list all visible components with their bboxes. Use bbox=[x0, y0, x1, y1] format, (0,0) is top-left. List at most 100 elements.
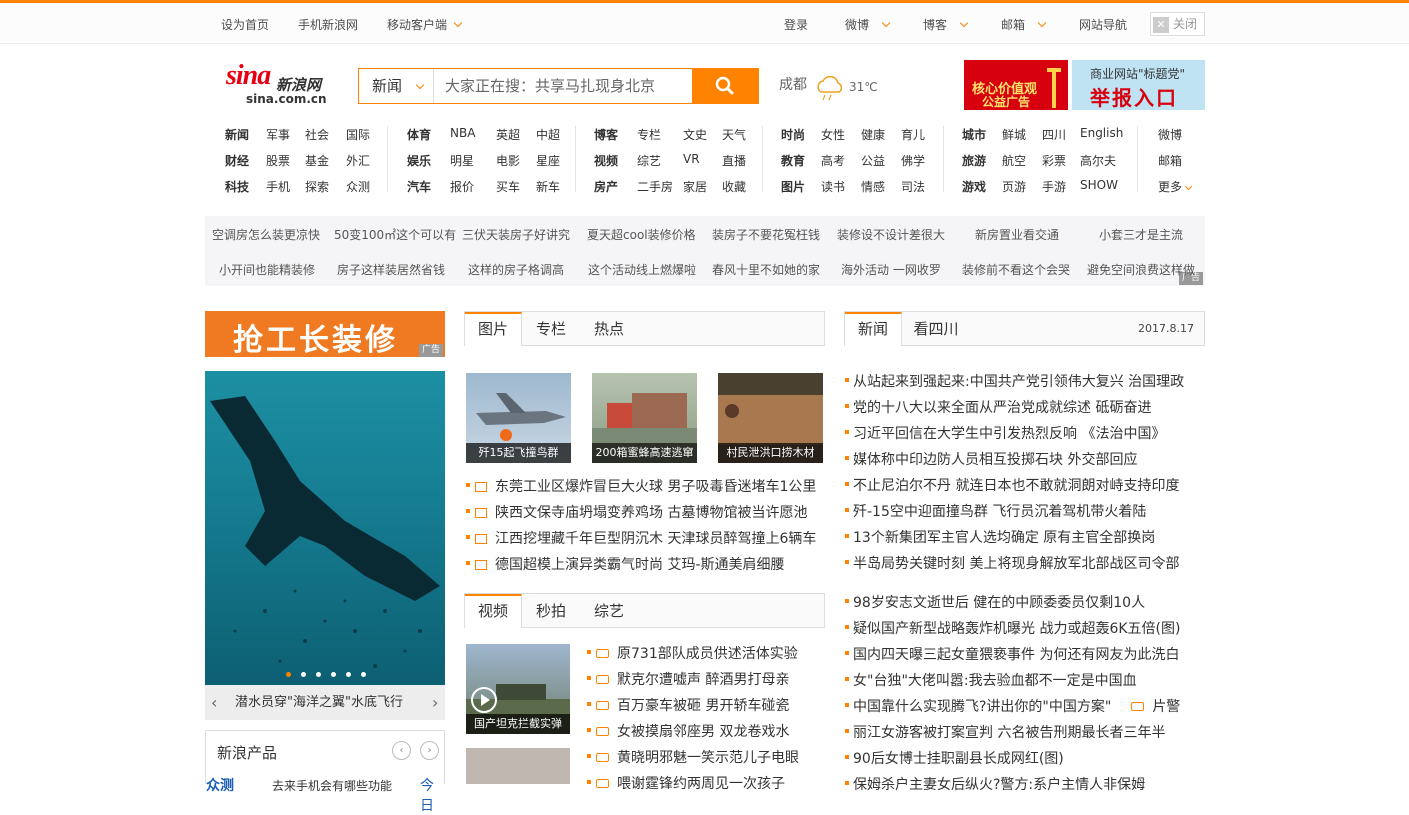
weather-widget[interactable]: 成都 31℃ bbox=[779, 74, 878, 101]
chevron-right-icon[interactable]: › bbox=[432, 685, 438, 720]
news-title[interactable]: 女被摸扇邻座男 双龙卷戏水 bbox=[617, 724, 789, 740]
tab-variety[interactable]: 综艺 bbox=[580, 594, 638, 628]
news-item[interactable]: 黄晓明邪魅一笑示范儿子电眼 bbox=[596, 747, 799, 767]
news-title[interactable]: 原731部队成员供述活体实验 bbox=[617, 646, 798, 662]
slide-dot[interactable] bbox=[316, 672, 321, 677]
nav-link[interactable]: 手游 bbox=[1042, 178, 1066, 195]
news-title[interactable]: 13个新集团军主官人选均确定 原有主官全部换岗 bbox=[853, 527, 1155, 547]
news-item[interactable]: 90后女博士挂职副县长成网红(图) bbox=[853, 748, 1064, 768]
nav-link[interactable]: 游戏 bbox=[962, 178, 986, 195]
video-link-label[interactable]: 片警 bbox=[1152, 699, 1180, 715]
products-tail[interactable]: 今日 bbox=[420, 775, 444, 815]
nav-link[interactable]: 鲜城 bbox=[1002, 126, 1026, 143]
news-item[interactable]: 喂谢霆锋约两周见一次孩子 bbox=[596, 773, 785, 793]
nav-link[interactable]: 情感 bbox=[861, 178, 885, 195]
news-title[interactable]: 中国靠什么实现腾飞?讲出你的"中国方案" bbox=[853, 699, 1111, 715]
ad-link[interactable]: 避免空间浪费这样做 bbox=[1087, 261, 1195, 278]
nav-link[interactable]: 探索 bbox=[305, 178, 329, 195]
news-title[interactable]: 半岛局势关键时刻 美上将现身解放军北部战区司令部 bbox=[853, 553, 1179, 573]
nav-link[interactable]: 报价 bbox=[450, 178, 474, 195]
nav-link[interactable]: 众测 bbox=[346, 178, 370, 195]
ad-link[interactable]: 三伏天装房子好讲究 bbox=[462, 226, 570, 243]
nav-link[interactable]: 教育 bbox=[781, 152, 805, 169]
news-item[interactable]: 江西挖埋藏千年巨型阴沉木 天津球员醉驾撞上6辆车 bbox=[475, 528, 816, 548]
products-text[interactable]: 去来手机会有哪些功能 bbox=[272, 777, 392, 794]
news-item[interactable]: 国内四天曝三起女童猥亵事件 为何还有网友为此洗白 bbox=[853, 644, 1179, 664]
nav-link[interactable]: 育儿 bbox=[901, 126, 925, 143]
tab-pictures[interactable]: 图片 bbox=[465, 312, 522, 346]
nav-link[interactable]: 直播 bbox=[722, 152, 746, 169]
nav-link[interactable]: 财经 bbox=[225, 152, 249, 169]
mobile-client-menu[interactable]: 移动客户端 bbox=[387, 16, 463, 33]
weibo-menu[interactable]: 微博 bbox=[845, 16, 891, 33]
news-title[interactable]: 98岁安志文逝世后 健在的中顾委委员仅剩10人 bbox=[853, 595, 1145, 611]
sina-logo[interactable]: sina 新浪网 sina.com.cn bbox=[226, 60, 336, 106]
nav-link[interactable]: 外汇 bbox=[346, 152, 370, 169]
nav-link[interactable]: 英超 bbox=[496, 126, 520, 143]
blog-menu[interactable]: 博客 bbox=[923, 16, 969, 33]
nav-link[interactable]: 页游 bbox=[1002, 178, 1026, 195]
nav-link[interactable]: 微博 bbox=[1158, 126, 1182, 143]
nav-link[interactable]: 四川 bbox=[1042, 126, 1066, 143]
news-title[interactable]: 从站起来到强起来:中国共产党引领伟大复兴 治国理政 bbox=[853, 371, 1184, 391]
nav-link[interactable]: 中超 bbox=[536, 126, 560, 143]
nav-link[interactable]: 城市 bbox=[962, 126, 986, 143]
nav-link[interactable]: 手机 bbox=[266, 178, 290, 195]
tab-video[interactable]: 视频 bbox=[465, 594, 522, 628]
ad-link[interactable]: 这个活动线上燃爆啦 bbox=[588, 261, 696, 278]
news-title[interactable]: 习近平回信在大学生中引发热烈反响 《法治中国》 bbox=[853, 423, 1165, 443]
news-title[interactable]: 喂谢霆锋约两周见一次孩子 bbox=[617, 776, 785, 792]
news-title[interactable]: 女"台独"大佬叫嚣:我去验血都不一定是中国血 bbox=[853, 673, 1137, 689]
nav-link[interactable]: 汽车 bbox=[407, 178, 431, 195]
news-title[interactable]: 国内四天曝三起女童猥亵事件 为何还有网友为此洗白 bbox=[853, 647, 1179, 663]
mail-menu[interactable]: 邮箱 bbox=[1001, 16, 1047, 33]
nav-link[interactable]: 文史 bbox=[683, 126, 707, 143]
products-tab[interactable]: 众测 bbox=[206, 775, 234, 795]
nav-link[interactable]: 买车 bbox=[496, 178, 520, 195]
news-title[interactable]: 陕西文保寺庙坍塌变养鸡场 古墓博物馆被当许愿池 bbox=[495, 505, 807, 521]
ad-link[interactable]: 春风十里不如她的家 bbox=[712, 261, 820, 278]
tab-hot[interactable]: 热点 bbox=[580, 312, 638, 346]
news-title[interactable]: 媒体称中印边防人员相互投掷石块 外交部回应 bbox=[853, 449, 1137, 469]
chevron-left-icon[interactable]: ‹ bbox=[392, 741, 411, 760]
report-clickbait-ad[interactable]: 商业网站"标题党" 举报入口 bbox=[1072, 60, 1205, 110]
nav-link[interactable]: 星座 bbox=[536, 152, 560, 169]
news-item[interactable]: 原731部队成员供述活体实验 bbox=[596, 643, 798, 663]
nav-link[interactable]: 更多 bbox=[1158, 178, 1193, 195]
nav-link[interactable]: 时尚 bbox=[781, 126, 805, 143]
nav-link[interactable]: NBA bbox=[450, 126, 475, 140]
news-title[interactable]: 黄晓明邪魅一笑示范儿子电眼 bbox=[617, 750, 799, 766]
news-title[interactable]: 默克尔遭嘘声 醉酒男打母亲 bbox=[617, 672, 789, 688]
tab-news[interactable]: 新闻 bbox=[845, 312, 902, 346]
set-homepage-link[interactable]: 设为首页 bbox=[221, 16, 269, 33]
nav-link[interactable]: 社会 bbox=[305, 126, 329, 143]
news-title[interactable]: 不止尼泊尔不丹 就连日本也不敢就洞朗对峙支持印度 bbox=[853, 475, 1179, 495]
nav-link[interactable]: 女性 bbox=[821, 126, 845, 143]
news-item[interactable]: 女"台独"大佬叫嚣:我去验血都不一定是中国血 bbox=[853, 670, 1137, 690]
ad-link[interactable]: 新房置业看交通 bbox=[975, 226, 1059, 243]
news-item[interactable]: 女被摸扇邻座男 双龙卷戏水 bbox=[596, 721, 789, 741]
news-title[interactable]: 90后女博士挂职副县长成网红(图) bbox=[853, 751, 1064, 767]
nav-link[interactable]: 股票 bbox=[266, 152, 290, 169]
news-item[interactable]: 东莞工业区爆炸冒巨大火球 男子吸毒昏迷堵车1公里 bbox=[475, 476, 816, 496]
nav-link[interactable]: 家居 bbox=[683, 178, 707, 195]
photo-caption[interactable]: 潜水员穿"海洋之翼"水底飞行 bbox=[235, 685, 403, 720]
ad-link[interactable]: 海外活动 一网收罗 bbox=[841, 261, 941, 278]
video-link[interactable]: 片警 bbox=[1131, 699, 1180, 715]
search-category-select[interactable]: 新闻 bbox=[358, 68, 434, 104]
nav-link[interactable]: 新闻 bbox=[225, 126, 249, 143]
thumbnail[interactable]: 村民泄洪口捞木材 bbox=[718, 373, 823, 463]
news-title[interactable]: 丽江女游客被打案宣判 六名被告刑期最长者三年半 bbox=[853, 725, 1165, 741]
nav-link[interactable]: 科技 bbox=[225, 178, 249, 195]
thumbnail[interactable]: 歼15起飞撞鸟群 bbox=[466, 373, 571, 463]
ad-link[interactable]: 空调房怎么装更凉快 bbox=[212, 226, 320, 243]
news-item[interactable]: 陕西文保寺庙坍塌变养鸡场 古墓博物馆被当许愿池 bbox=[475, 502, 807, 522]
nav-link[interactable]: 房产 bbox=[594, 178, 618, 195]
nav-link[interactable]: 佛学 bbox=[901, 152, 925, 169]
nav-link[interactable]: 国际 bbox=[346, 126, 370, 143]
nav-link[interactable]: 旅游 bbox=[962, 152, 986, 169]
nav-link[interactable]: 军事 bbox=[266, 126, 290, 143]
chevron-right-icon[interactable]: › bbox=[420, 741, 439, 760]
ad-link[interactable]: 装修设不设计差很大 bbox=[837, 226, 945, 243]
site-nav-link[interactable]: 网站导航 bbox=[1079, 16, 1127, 33]
